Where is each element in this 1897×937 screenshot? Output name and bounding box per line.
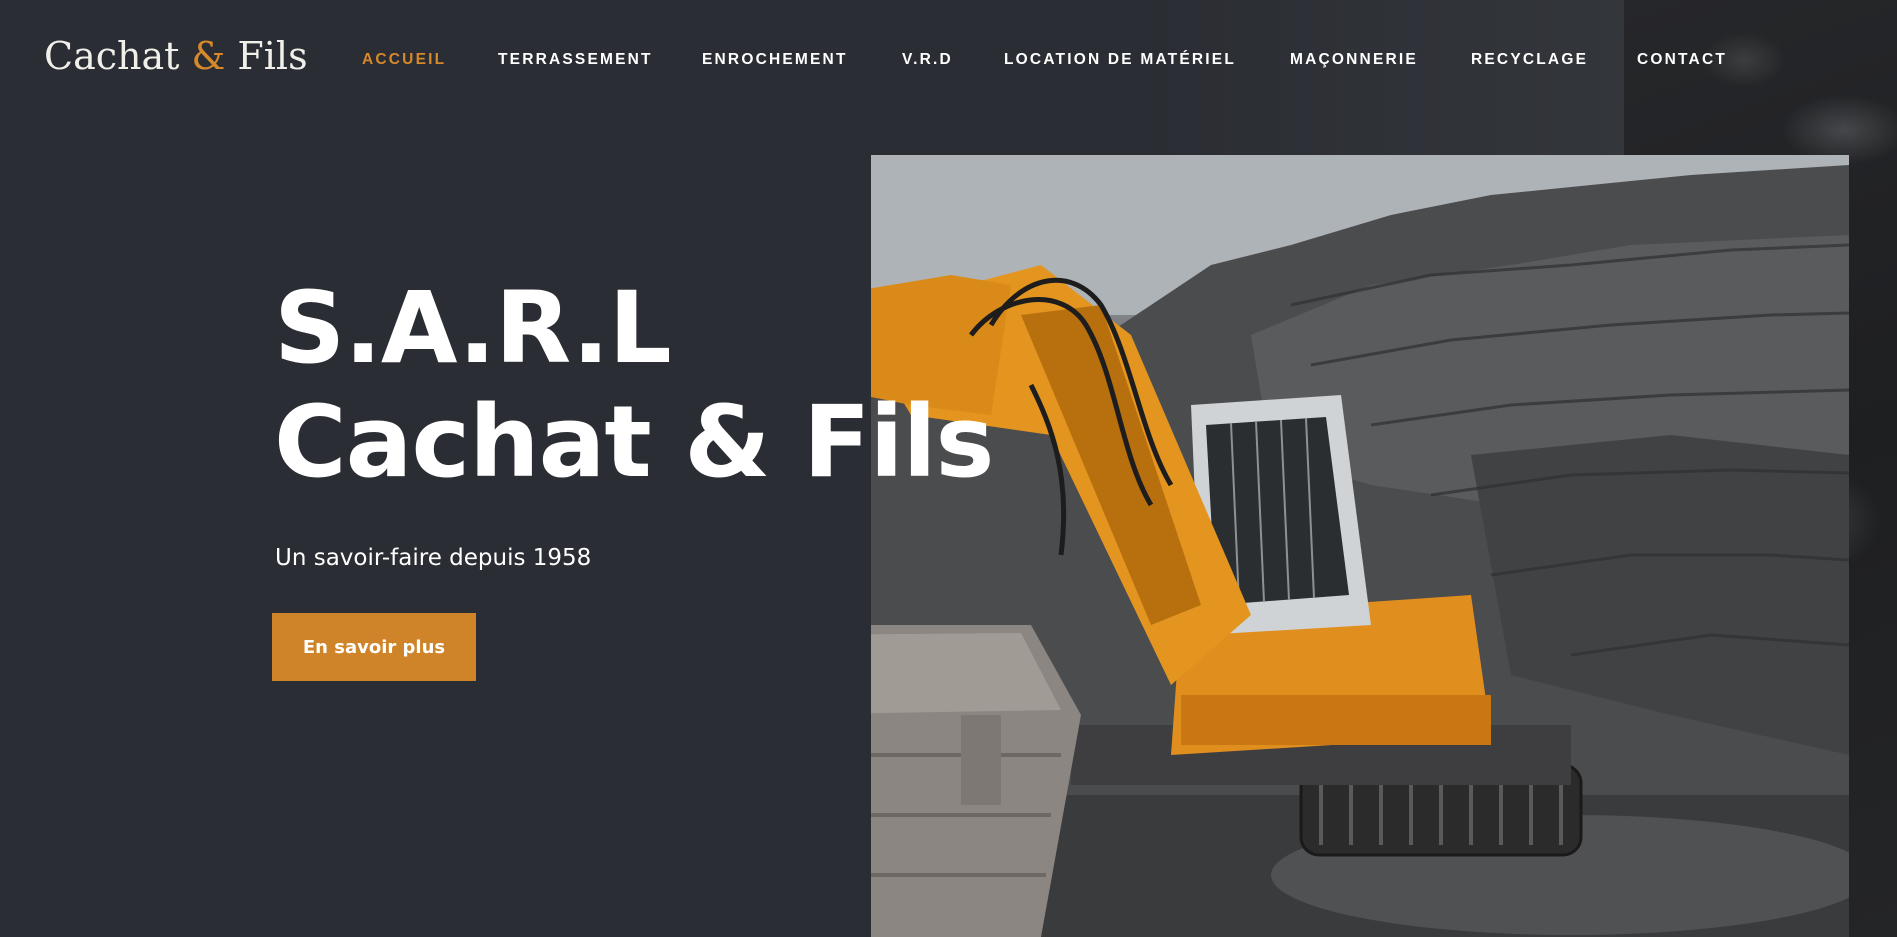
hero-title-line2: Cachat & Fils <box>274 385 994 500</box>
hero-title-line1: S.A.R.L <box>274 271 672 386</box>
en-savoir-plus-button[interactable]: En savoir plus <box>272 613 476 681</box>
hero-subtitle: Un savoir-faire depuis 1958 <box>275 545 592 571</box>
logo-text-cachat: Cachat <box>44 34 192 78</box>
nav-item-maconnerie[interactable]: MAÇONNERIE <box>1290 51 1418 69</box>
nav-item-location-materiel[interactable]: LOCATION DE MATÉRIEL <box>1004 51 1236 69</box>
nav-item-terrassement[interactable]: TERRASSEMENT <box>498 51 653 69</box>
site-logo[interactable]: Cachat & Fils <box>44 34 308 78</box>
nav-item-vrd[interactable]: V.R.D <box>902 51 953 69</box>
nav-item-contact[interactable]: CONTACT <box>1637 51 1727 69</box>
page: Cachat & Fils ACCUEIL TERRASSEMENT ENROC… <box>0 0 1897 937</box>
logo-text-fils: Fils <box>225 34 308 78</box>
hero-title: S.A.R.L Cachat & Fils <box>274 271 994 500</box>
nav-item-accueil[interactable]: ACCUEIL <box>362 51 446 69</box>
logo-ampersand: & <box>191 34 226 78</box>
nav-item-enrochement[interactable]: ENROCHEMENT <box>702 51 848 69</box>
nav-item-recyclage[interactable]: RECYCLAGE <box>1471 51 1588 69</box>
excavator-photo <box>871 155 1849 937</box>
